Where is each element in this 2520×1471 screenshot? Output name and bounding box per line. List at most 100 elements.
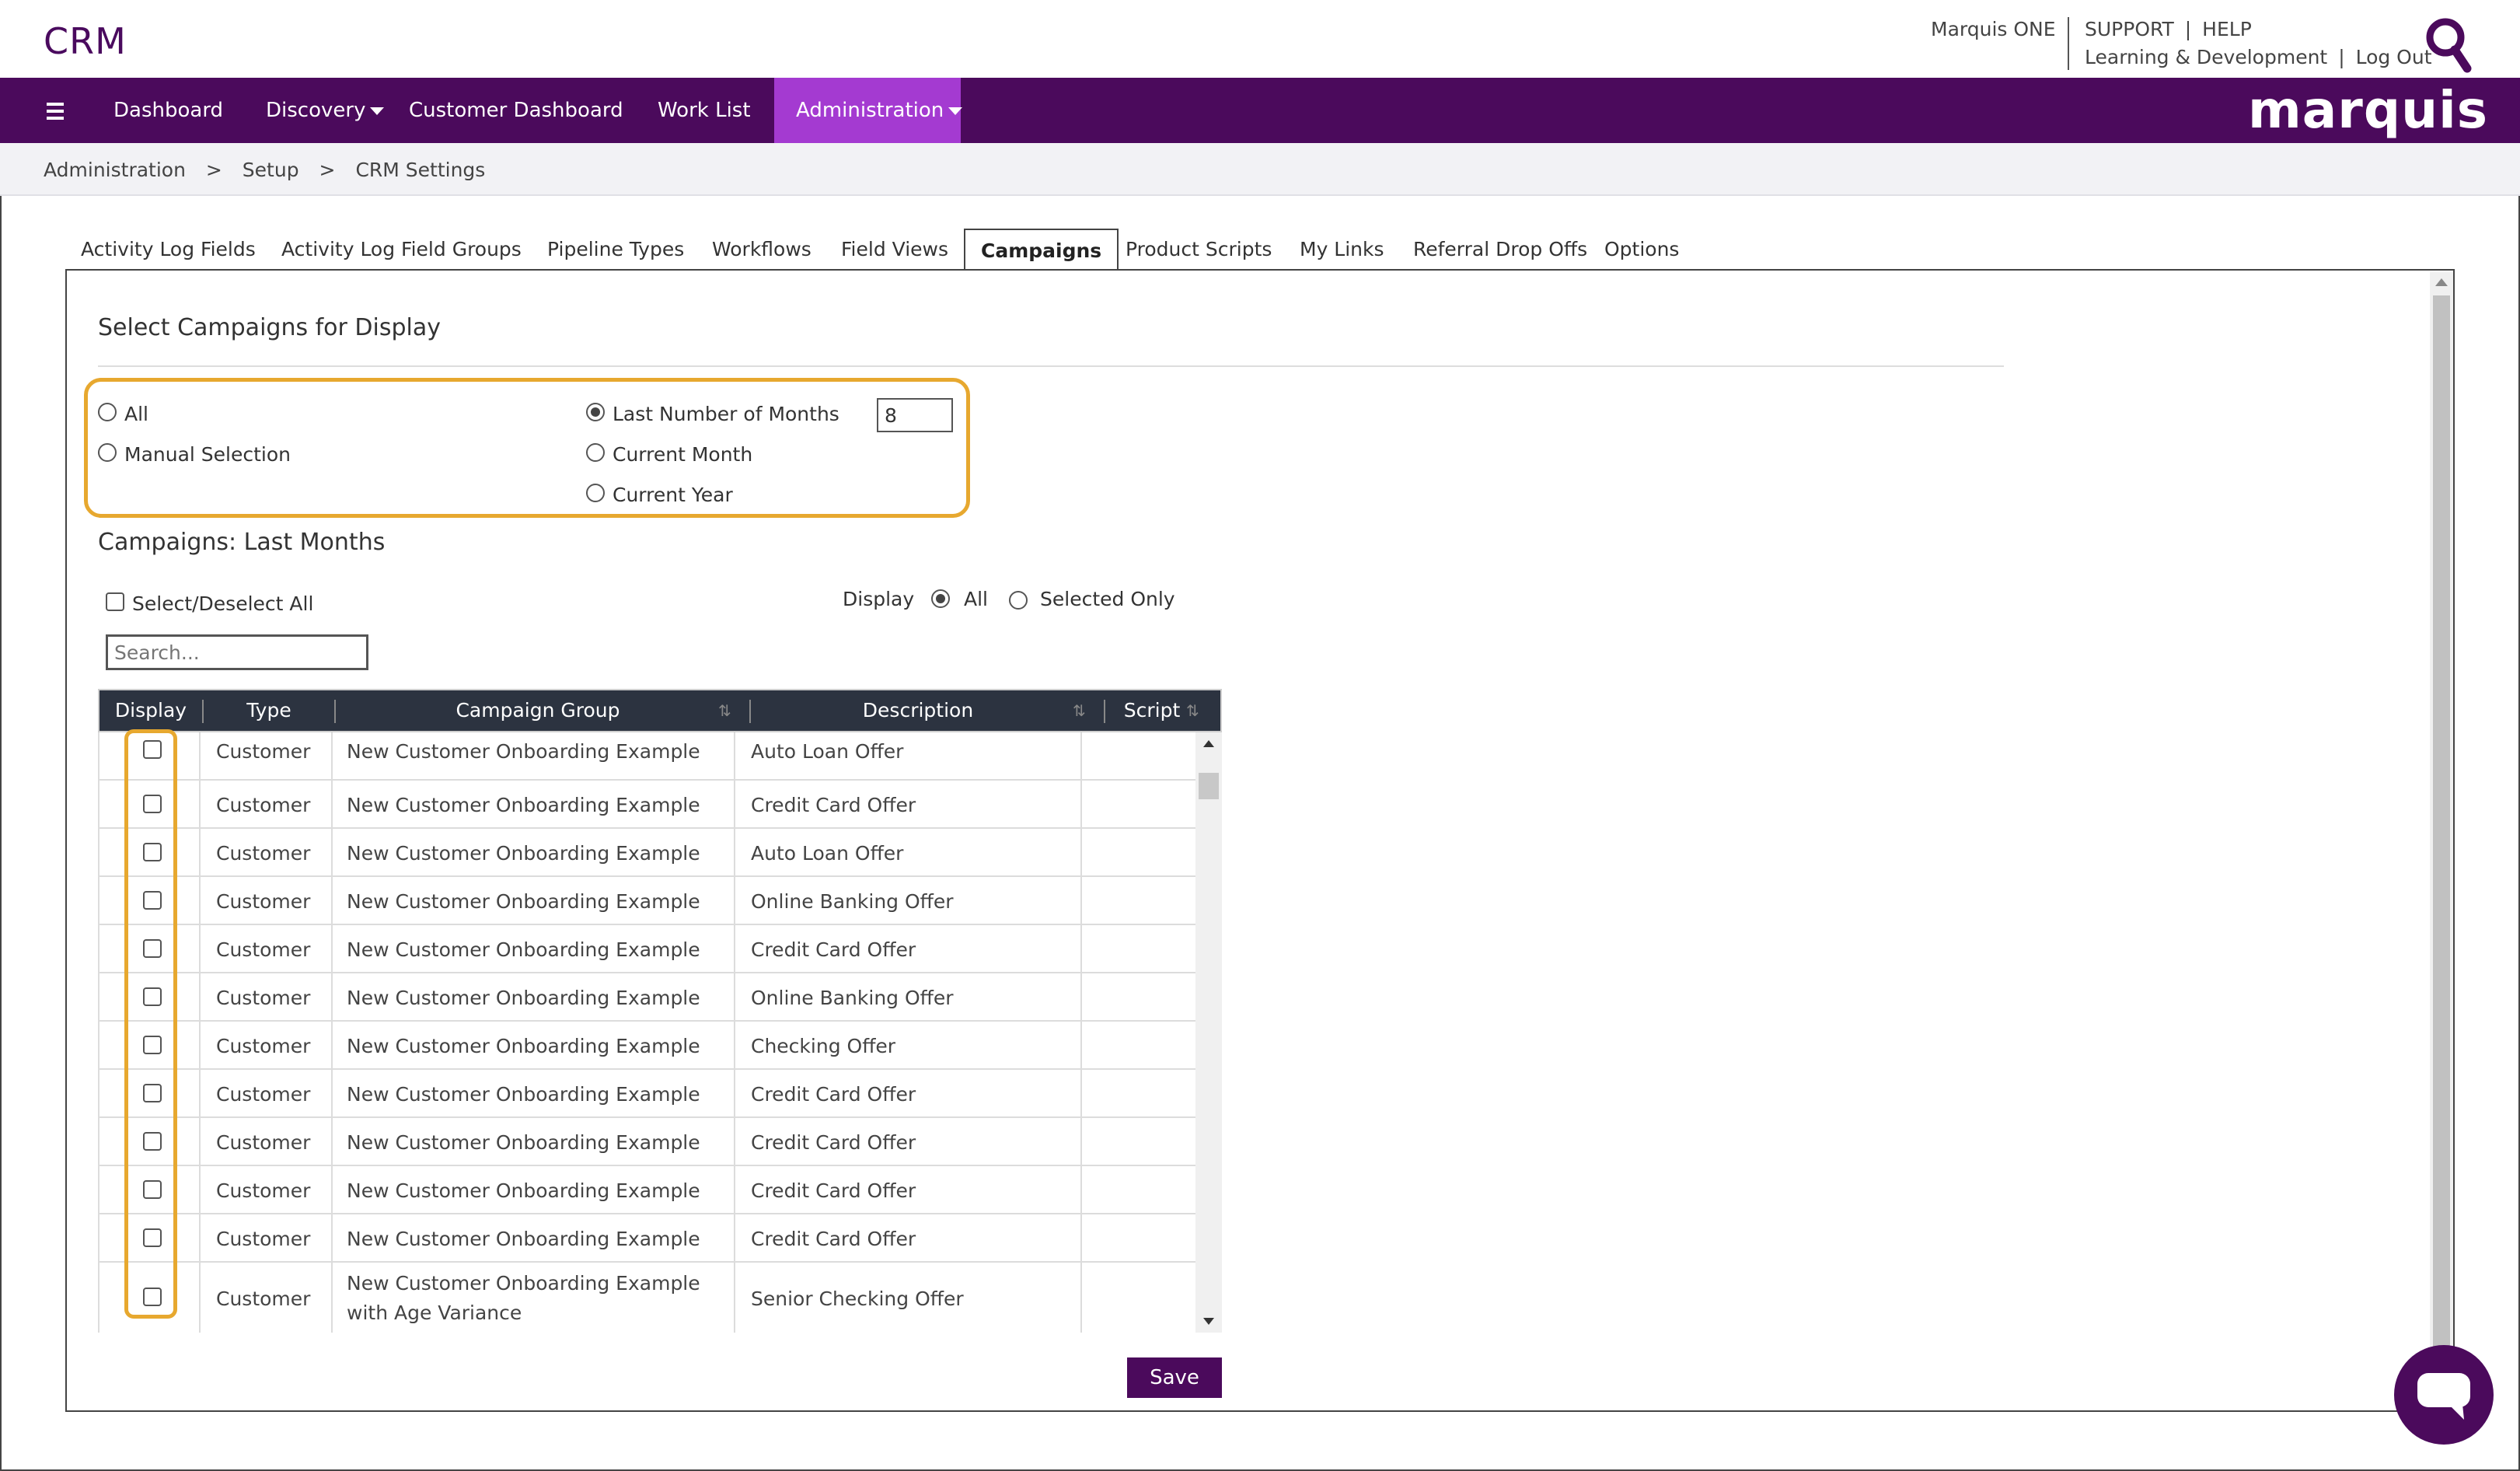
nav-label: Customer Dashboard [409,99,623,122]
row-campaign-group: New Customer Onboarding Example [347,1034,700,1057]
tab-activity-log-field-groups[interactable]: Activity Log Field Groups [266,229,537,271]
sort-icon[interactable]: ⇅ [1186,701,1199,720]
row-type: Customer [216,739,311,763]
radio-current-month[interactable] [586,443,605,462]
table-row[interactable]: Customer New Customer Onboarding Example… [99,1214,1195,1263]
select-all-checkbox[interactable] [106,592,124,611]
hamburger-icon[interactable] [47,103,64,124]
row-type: Customer [216,793,311,816]
tab-field-views[interactable]: Field Views [825,229,964,271]
radio-last-months[interactable] [586,403,605,421]
tab-pipeline-types[interactable]: Pipeline Types [532,229,700,271]
table-row[interactable]: Customer New Customer Onboarding Example… [99,732,1195,781]
display-filter-label: Display [843,588,915,610]
app-header: CRM Marquis ONE SUPPORT | HELP Learning … [0,0,2520,78]
row-type: Customer [216,1034,311,1057]
col-description[interactable]: Description [751,690,1085,731]
radio-display-selected[interactable] [1009,591,1028,610]
scroll-thumb[interactable] [2433,295,2450,1399]
table-scrollbar[interactable] [1195,732,1222,1333]
col-type[interactable]: Type [204,690,334,731]
row-description: Checking Offer [751,1034,896,1057]
radio-manual-selection[interactable] [98,443,117,462]
nav-label: Dashboard [113,99,224,122]
row-type: Customer [216,841,311,865]
breadcrumb-setup[interactable]: Setup [243,159,299,181]
col-display[interactable]: Display [99,690,202,731]
marquis-logo: marquis [2248,80,2488,140]
radio-display-all[interactable] [931,589,950,608]
chat-icon[interactable] [2394,1345,2494,1445]
row-type: Customer [216,1179,311,1202]
row-description: Credit Card Offer [751,1179,916,1202]
tab-campaigns[interactable]: Campaigns [964,229,1119,272]
row-description: Auto Loan Offer [751,739,904,763]
table-row[interactable]: Customer New Customer Onboarding Example… [99,925,1195,973]
radio-display-all-label: All [964,588,988,610]
radio-current-month-label: Current Month [613,443,753,466]
row-type: Customer [216,1130,311,1154]
scroll-down-icon[interactable] [1203,1318,1214,1325]
row-description: Credit Card Offer [751,1227,916,1250]
table-row[interactable]: Customer New Customer Onboarding Example… [99,1166,1195,1214]
table-header: Display Type Campaign Group ⇅ Descriptio… [98,689,1222,732]
breadcrumb-administration[interactable]: Administration [44,159,186,181]
radio-display-selected-label: Selected Only [1040,588,1175,610]
nav-work-list[interactable]: Work List [658,78,751,143]
link-separator: | [2338,46,2345,68]
top-right-links: SUPPORT | HELP Learning & Development | … [2085,16,2432,72]
row-campaign-group: New Customer Onboarding Example [347,739,700,763]
row-description: Credit Card Offer [751,793,916,816]
nav-label: Discovery [266,99,366,122]
support-link[interactable]: SUPPORT [2085,16,2174,44]
tab-referral-drop-offs[interactable]: Referral Drop Offs [1398,229,1603,271]
radio-current-year-label: Current Year [613,484,733,506]
tab-workflows[interactable]: Workflows [696,229,827,271]
product-link[interactable]: Marquis ONE [1931,16,2056,44]
scroll-thumb[interactable] [1199,773,1219,799]
months-input[interactable] [877,398,953,432]
table-row[interactable]: Customer New Customer Onboarding Example… [99,1118,1195,1166]
nav-label: Administration [796,99,944,122]
scroll-up-icon[interactable] [2435,278,2448,286]
learning-link[interactable]: Learning & Development [2085,44,2327,72]
tab-product-scripts[interactable]: Product Scripts [1110,229,1287,271]
table-row[interactable]: Customer New Customer Onboarding Example… [99,1022,1195,1070]
search-input[interactable] [106,634,368,670]
sort-icon[interactable]: ⇅ [718,701,731,720]
chevron-down-icon [948,107,963,115]
nav-administration[interactable]: Administration [774,78,963,143]
campaigns-table: Display Type Campaign Group ⇅ Descriptio… [98,689,1222,1333]
scroll-up-icon[interactable] [1203,740,1214,747]
row-description: Credit Card Offer [751,1082,916,1106]
nav-customer-dashboard[interactable]: Customer Dashboard [409,78,623,143]
radio-current-year[interactable] [586,484,605,502]
logout-link[interactable]: Log Out [2356,44,2432,72]
table-row[interactable]: Customer New Customer Onboarding Example… [99,829,1195,877]
section-divider [98,365,2004,367]
col-campaign-group[interactable]: Campaign Group [336,690,740,731]
row-campaign-group: New Customer Onboarding Example [347,1130,700,1154]
breadcrumb-bar: Administration > Setup > CRM Settings [0,143,2520,196]
sort-icon[interactable]: ⇅ [1073,701,1086,720]
tab-activity-log-fields[interactable]: Activity Log Fields [65,229,271,271]
table-row[interactable]: Customer New Customer Onboarding Example… [99,781,1195,829]
table-row[interactable]: Customer New Customer Onboarding Example… [99,1263,1195,1333]
save-button[interactable]: Save [1127,1357,1222,1398]
tab-options[interactable]: Options [1589,229,1695,271]
row-campaign-group: New Customer Onboarding Example [347,1179,700,1202]
nav-discovery[interactable]: Discovery [266,78,385,143]
campaigns-subtitle: Campaigns: Last Months [98,529,386,556]
row-type: Customer [216,986,311,1009]
table-row[interactable]: Customer New Customer Onboarding Example… [99,1070,1195,1118]
table-row[interactable]: Customer New Customer Onboarding Example… [99,973,1195,1022]
tab-my-links[interactable]: My Links [1284,229,1400,271]
panel-scrollbar[interactable] [2430,272,2453,1409]
nav-dashboard[interactable]: Dashboard [113,78,223,143]
help-link[interactable]: HELP [2202,16,2252,44]
search-icon[interactable] [2422,16,2472,73]
radio-all[interactable] [98,403,117,421]
col-script[interactable]: Script [1105,690,1199,731]
table-row[interactable]: Customer New Customer Onboarding Example… [99,877,1195,925]
row-description: Credit Card Offer [751,1130,916,1154]
